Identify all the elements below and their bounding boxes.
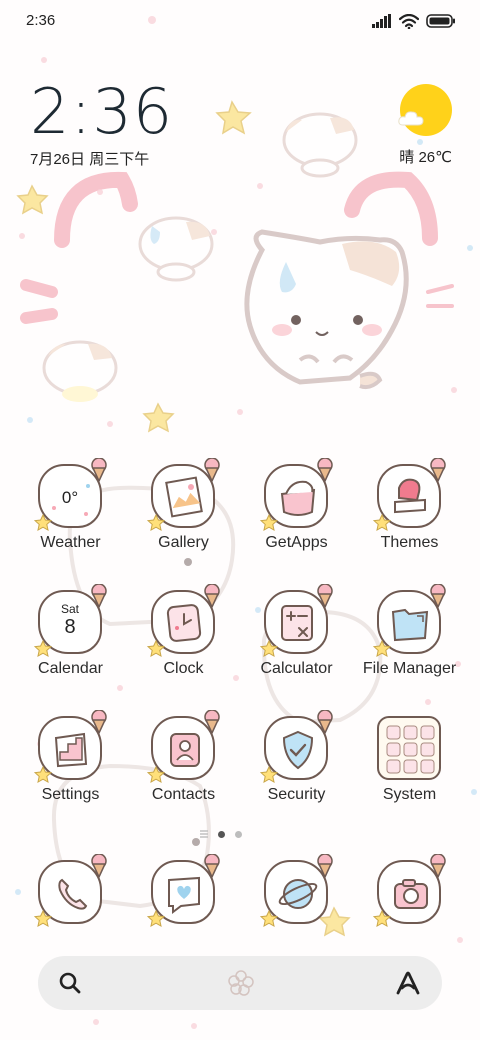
camera-icon <box>373 854 446 927</box>
page-dot-active <box>218 830 225 838</box>
app-row: Settings Contacts Security System <box>14 710 466 814</box>
app-label: Themes <box>380 534 439 551</box>
app-system-folder[interactable]: System <box>353 714 466 814</box>
phone-icon <box>34 854 107 927</box>
weather-icon: 0° <box>34 458 107 531</box>
app-clock[interactable]: Clock <box>127 584 240 688</box>
app-label: Security <box>267 786 326 803</box>
page-indicator[interactable] <box>200 830 242 838</box>
messages-icon <box>147 854 220 927</box>
weather-temperature: 26℃ <box>418 149 452 166</box>
app-weather[interactable]: 0° Weather <box>14 458 127 562</box>
weather-summary: 晴 26℃ <box>392 146 452 167</box>
contacts-icon <box>147 710 220 783</box>
app-row: 0° Weather Gallery GetApps Themes <box>14 458 466 562</box>
assistant-icon[interactable] <box>394 970 422 996</box>
calendar-icon-date: 8 <box>64 616 76 638</box>
app-label: System <box>382 786 437 803</box>
status-time: 2:36 <box>26 12 56 29</box>
sun-cloud-icon <box>398 84 452 136</box>
weather-condition: 晴 <box>399 149 415 166</box>
widget-date: 7月26日 周三下午 <box>30 151 150 168</box>
system-folder-icon <box>377 716 441 780</box>
search-icon[interactable] <box>58 971 82 995</box>
app-getapps[interactable]: GetApps <box>240 458 353 562</box>
app-label: Settings <box>41 786 100 803</box>
app-label: Gallery <box>158 534 209 551</box>
search-bar[interactable] <box>38 956 442 1010</box>
folder-icon <box>373 584 446 657</box>
dock <box>14 854 466 938</box>
dock-phone[interactable] <box>14 854 127 958</box>
shield-icon <box>260 710 333 783</box>
app-contacts[interactable]: Contacts <box>127 710 240 814</box>
app-label: Clock <box>163 660 204 677</box>
flower-icon <box>228 970 254 996</box>
app-settings[interactable]: Settings <box>14 710 127 814</box>
app-row: Sat 8 Calendar Clock Calculator File Man… <box>14 584 466 688</box>
calendar-icon: Sat 8 <box>34 584 107 657</box>
clock-widget[interactable]: 2:36 7月26日 周三下午 <box>30 78 173 169</box>
getapps-icon <box>260 458 333 531</box>
settings-icon <box>34 710 107 783</box>
app-security[interactable]: Security <box>240 710 353 814</box>
signal-icon <box>372 14 391 28</box>
clock-icon <box>147 584 220 657</box>
dock-messages[interactable] <box>127 854 240 958</box>
app-label: Contacts <box>151 786 216 803</box>
wifi-icon <box>399 13 419 29</box>
status-icons <box>372 12 456 30</box>
app-gallery[interactable]: Gallery <box>127 458 240 562</box>
browser-icon <box>260 854 333 927</box>
status-bar: 2:36 <box>0 0 480 42</box>
battery-icon <box>426 14 455 28</box>
app-label: Calculator <box>260 660 333 677</box>
app-file-manager[interactable]: File Manager <box>353 584 466 688</box>
dock-browser[interactable] <box>240 854 353 958</box>
dock-camera[interactable] <box>353 854 466 958</box>
weather-widget[interactable]: 晴 26℃ <box>392 84 452 167</box>
app-label: Calendar <box>38 660 103 677</box>
app-calculator[interactable]: Calculator <box>240 584 353 688</box>
themes-icon <box>373 458 446 531</box>
calculator-icon <box>260 584 333 657</box>
app-themes[interactable]: Themes <box>353 458 466 562</box>
app-label: GetApps <box>265 534 328 551</box>
widget-time: 2:36 <box>30 75 174 148</box>
app-label: File Manager <box>362 660 457 677</box>
page-dot <box>235 830 242 838</box>
page-list-icon <box>200 830 208 838</box>
app-label: Weather <box>40 534 101 551</box>
gallery-icon <box>147 458 220 531</box>
app-calendar[interactable]: Sat 8 Calendar <box>14 584 127 688</box>
